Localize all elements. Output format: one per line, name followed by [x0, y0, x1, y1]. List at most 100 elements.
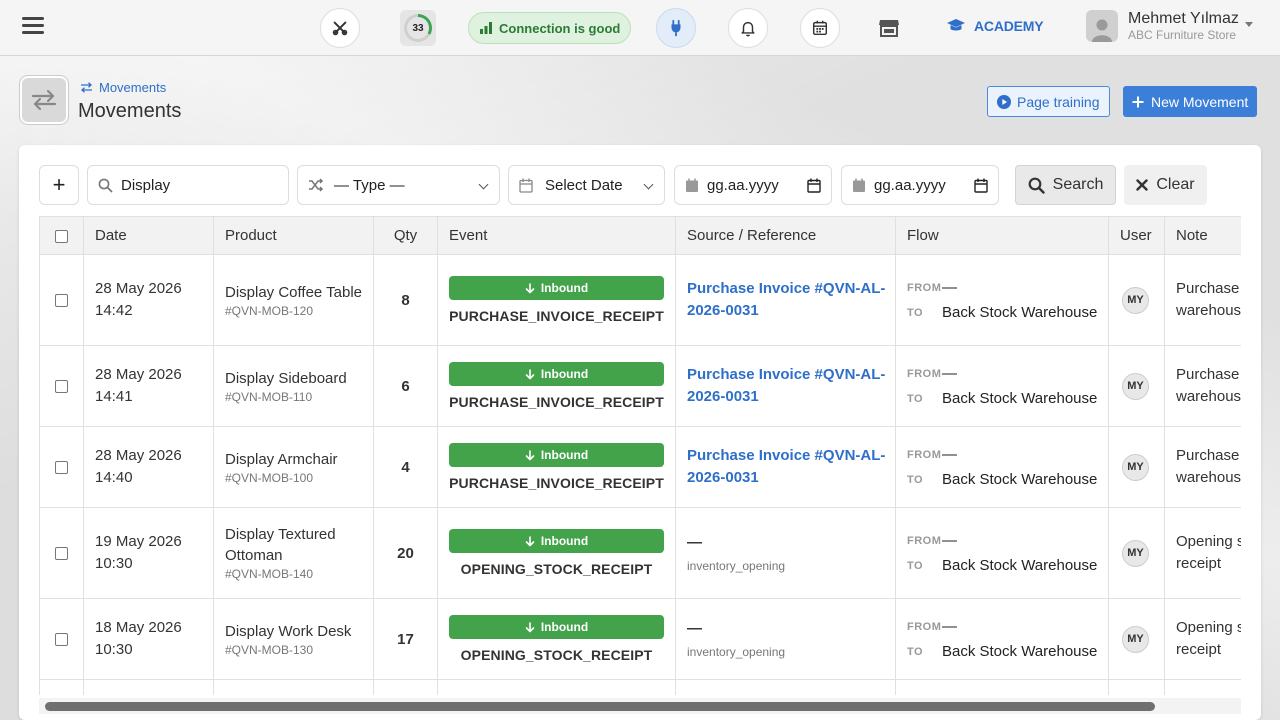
product-name: Display Work Desk — [225, 622, 352, 640]
row-checkbox[interactable] — [55, 461, 68, 475]
plug-icon[interactable] — [656, 8, 696, 48]
tools-icon[interactable] — [320, 8, 360, 48]
score-badge[interactable]: 33 — [400, 10, 436, 46]
column-header-event[interactable]: Event — [437, 216, 676, 255]
movements-table-wrapper[interactable]: Date Product Qty Event Source / Referenc… — [39, 216, 1241, 695]
page-training-button[interactable]: Page training — [987, 86, 1110, 117]
flow-from-label: FROM — [907, 367, 942, 380]
source-reference: — — [687, 533, 702, 551]
academy-link[interactable]: ACADEMY — [946, 18, 1044, 34]
user-name: Mehmet Yılmaz — [1128, 10, 1239, 27]
note-cell: Purchase warehouse — [1164, 254, 1241, 346]
search-input[interactable]: Display — [87, 165, 289, 205]
source-cell: — inventory_opening — [675, 507, 896, 599]
event-type: OPENING_STOCK_RECEIPT — [460, 647, 653, 663]
row-checkbox[interactable] — [55, 547, 68, 561]
column-header-date[interactable]: Date — [83, 216, 214, 255]
empty-cell — [1108, 679, 1165, 695]
note-cell: Purchase warehouse — [1164, 345, 1241, 427]
type-select[interactable]: — Type — — [297, 165, 500, 205]
note-line-1: Opening s — [1176, 533, 1241, 550]
avatar[interactable]: MY — [1122, 539, 1149, 567]
flow-to-value: Back Stock Warehouse — [942, 304, 1098, 321]
product-cell: Display Textured Ottoman #QVN-MOB-140 — [213, 507, 374, 599]
date-to-input[interactable]: gg.aa.yyyy — [841, 165, 999, 205]
note-line-2: receipt — [1176, 555, 1222, 572]
event-type: PURCHASE_INVOICE_RECEIPT — [449, 394, 664, 410]
table-row[interactable] — [39, 679, 1241, 695]
connection-status[interactable]: Connection is good — [468, 12, 632, 44]
calendar-picker-icon[interactable] — [974, 178, 988, 197]
date-value: Select Date — [545, 176, 623, 194]
avatar[interactable]: MY — [1122, 453, 1149, 481]
source-cell: Purchase Invoice #QVN-AL-2026-0031 — [675, 426, 896, 508]
column-header-note[interactable]: Note — [1164, 216, 1241, 255]
status-badge-label: Inbound — [540, 448, 589, 462]
date-select[interactable]: Select Date — [508, 165, 665, 205]
date-cell: 19 May 2026 10:30 — [83, 507, 214, 599]
search-button[interactable]: Search — [1015, 165, 1116, 205]
arrow-down-icon — [525, 449, 535, 460]
note-line-2: warehouse — [1176, 302, 1241, 319]
avatar[interactable]: MY — [1122, 372, 1149, 400]
avatar[interactable]: MY — [1122, 286, 1149, 314]
clear-button[interactable]: Clear — [1124, 165, 1207, 205]
table-row[interactable]: 28 May 2026 14:41 Display Sideboard #QVN… — [39, 345, 1241, 427]
chevron-down-icon — [1244, 22, 1253, 27]
avatar[interactable]: MY — [1122, 625, 1149, 653]
note-line-1: Opening s — [1176, 619, 1241, 636]
table-row[interactable]: 28 May 2026 14:42 Display Coffee Table #… — [39, 254, 1241, 346]
column-header-source[interactable]: Source / Reference — [675, 216, 896, 255]
add-filter-button[interactable]: + — [39, 165, 79, 205]
row-checkbox[interactable] — [55, 294, 68, 308]
product-code: #QVN-MOB-110 — [225, 389, 313, 404]
type-value: — Type — — [334, 176, 405, 194]
scrollbar-thumb[interactable] — [45, 702, 1155, 711]
column-header-qty[interactable]: Qty — [373, 216, 438, 255]
row-select-cell — [39, 345, 84, 427]
store-icon[interactable] — [878, 18, 900, 43]
top-bar: 33 Connection is good ACADEMY Mehmet Yıl… — [0, 0, 1280, 56]
empty-cell — [675, 679, 896, 695]
column-header-flow[interactable]: Flow — [895, 216, 1109, 255]
breadcrumb-label: Movements — [99, 80, 167, 95]
product-cell: Display Armchair #QVN-MOB-100 — [213, 426, 374, 508]
user-cell: MY — [1108, 507, 1165, 599]
clear-button-label: Clear — [1156, 176, 1195, 193]
flow-from-label: FROM — [907, 620, 942, 633]
breadcrumb[interactable]: Movements — [80, 80, 166, 95]
calendar-icon[interactable] — [800, 8, 840, 48]
status-badge: Inbound — [449, 276, 664, 300]
row-checkbox[interactable] — [55, 633, 68, 647]
row-date: 28 May 2026 — [95, 447, 182, 464]
product-cell: Display Sideboard #QVN-MOB-110 — [213, 345, 374, 427]
bell-icon[interactable] — [728, 8, 768, 48]
select-all-checkbox[interactable] — [55, 229, 68, 243]
row-checkbox[interactable] — [55, 380, 68, 394]
user-cell: MY — [1108, 254, 1165, 346]
table-row[interactable]: 19 May 2026 10:30 Display Textured Ottom… — [39, 507, 1241, 599]
close-icon — [1136, 179, 1149, 191]
horizontal-scrollbar[interactable] — [39, 698, 1241, 714]
date-cell: 28 May 2026 14:41 — [83, 345, 214, 427]
column-header-product[interactable]: Product — [213, 216, 374, 255]
calendar-icon — [853, 178, 865, 192]
table-row[interactable]: 28 May 2026 14:40 Display Armchair #QVN-… — [39, 426, 1241, 508]
new-movement-button[interactable]: New Movement — [1123, 86, 1258, 117]
flow-from-value: — — [942, 532, 957, 549]
source-reference[interactable]: Purchase Invoice #QVN-AL-2026-0031 — [687, 364, 895, 408]
column-header-user[interactable]: User — [1108, 216, 1165, 255]
product-name: Display Sideboard — [225, 369, 347, 387]
note-line-2: receipt — [1176, 641, 1222, 658]
calendar-picker-icon[interactable] — [807, 178, 821, 197]
flow-to-label: TO — [907, 473, 924, 486]
note-line-1: Purchase — [1176, 366, 1240, 383]
menu-icon[interactable] — [22, 17, 44, 39]
source-reference[interactable]: Purchase Invoice #QVN-AL-2026-0031 — [687, 278, 895, 322]
date-from-input[interactable]: gg.aa.yyyy — [674, 165, 832, 205]
source-reference[interactable]: Purchase Invoice #QVN-AL-2026-0031 — [687, 445, 895, 489]
table-row[interactable]: 18 May 2026 10:30 Display Work Desk #QVN… — [39, 598, 1241, 680]
calendar-icon — [686, 178, 698, 192]
row-time: 10:30 — [95, 555, 133, 572]
user-menu[interactable]: Mehmet Yılmaz ABC Furniture Store — [1086, 10, 1253, 42]
